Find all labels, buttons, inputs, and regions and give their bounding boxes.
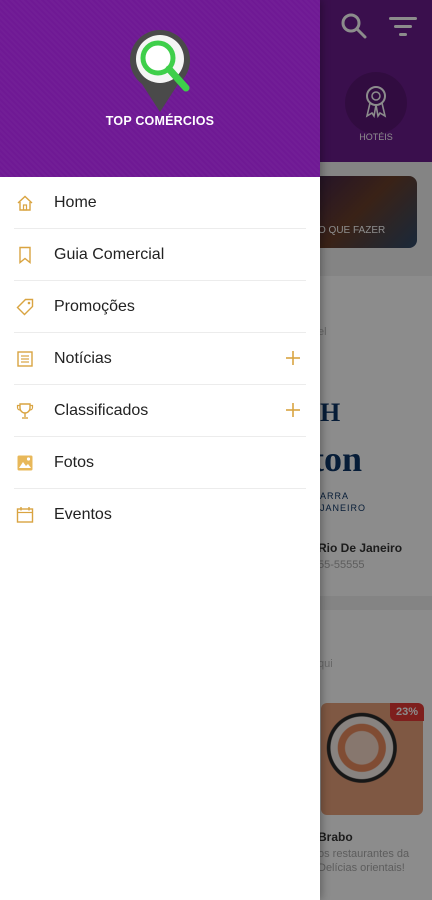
menu-item-fotos[interactable]: Fotos [0,437,320,489]
menu-item-label: Classificados [54,402,149,419]
tag-icon [16,298,34,316]
bookmark-icon [16,246,34,264]
brand-name: TOP COMÉRCIOS [105,114,215,128]
menu-item-label: Promoções [54,298,135,315]
expand-plus-icon[interactable] [284,349,302,367]
menu-item-label: Eventos [54,506,112,523]
drawer-header: TOP COMÉRCIOS [0,0,320,177]
menu-item-classificados[interactable]: Classificados [0,385,320,437]
navigation-drawer: TOP COMÉRCIOS Home Guia Comercial Promoç… [0,0,320,900]
menu-item-promocoes[interactable]: Promoções [0,281,320,333]
newspaper-icon [16,350,34,368]
menu-item-label: Guia Comercial [54,246,165,263]
expand-plus-icon[interactable] [284,401,302,419]
drawer-menu: Home Guia Comercial Promoções Notícias C… [0,177,320,541]
menu-item-eventos[interactable]: Eventos [0,489,320,541]
brand-logo-icon [130,30,190,113]
menu-item-label: Notícias [54,350,112,367]
home-icon [16,194,34,212]
trophy-icon [16,402,34,420]
menu-item-label: Fotos [54,454,95,471]
menu-item-home[interactable]: Home [0,177,320,229]
menu-item-guia-comercial[interactable]: Guia Comercial [0,229,320,281]
photo-icon [16,454,34,472]
calendar-icon [16,506,34,524]
menu-item-noticias[interactable]: Notícias [0,333,320,385]
menu-item-label: Home [54,194,97,211]
